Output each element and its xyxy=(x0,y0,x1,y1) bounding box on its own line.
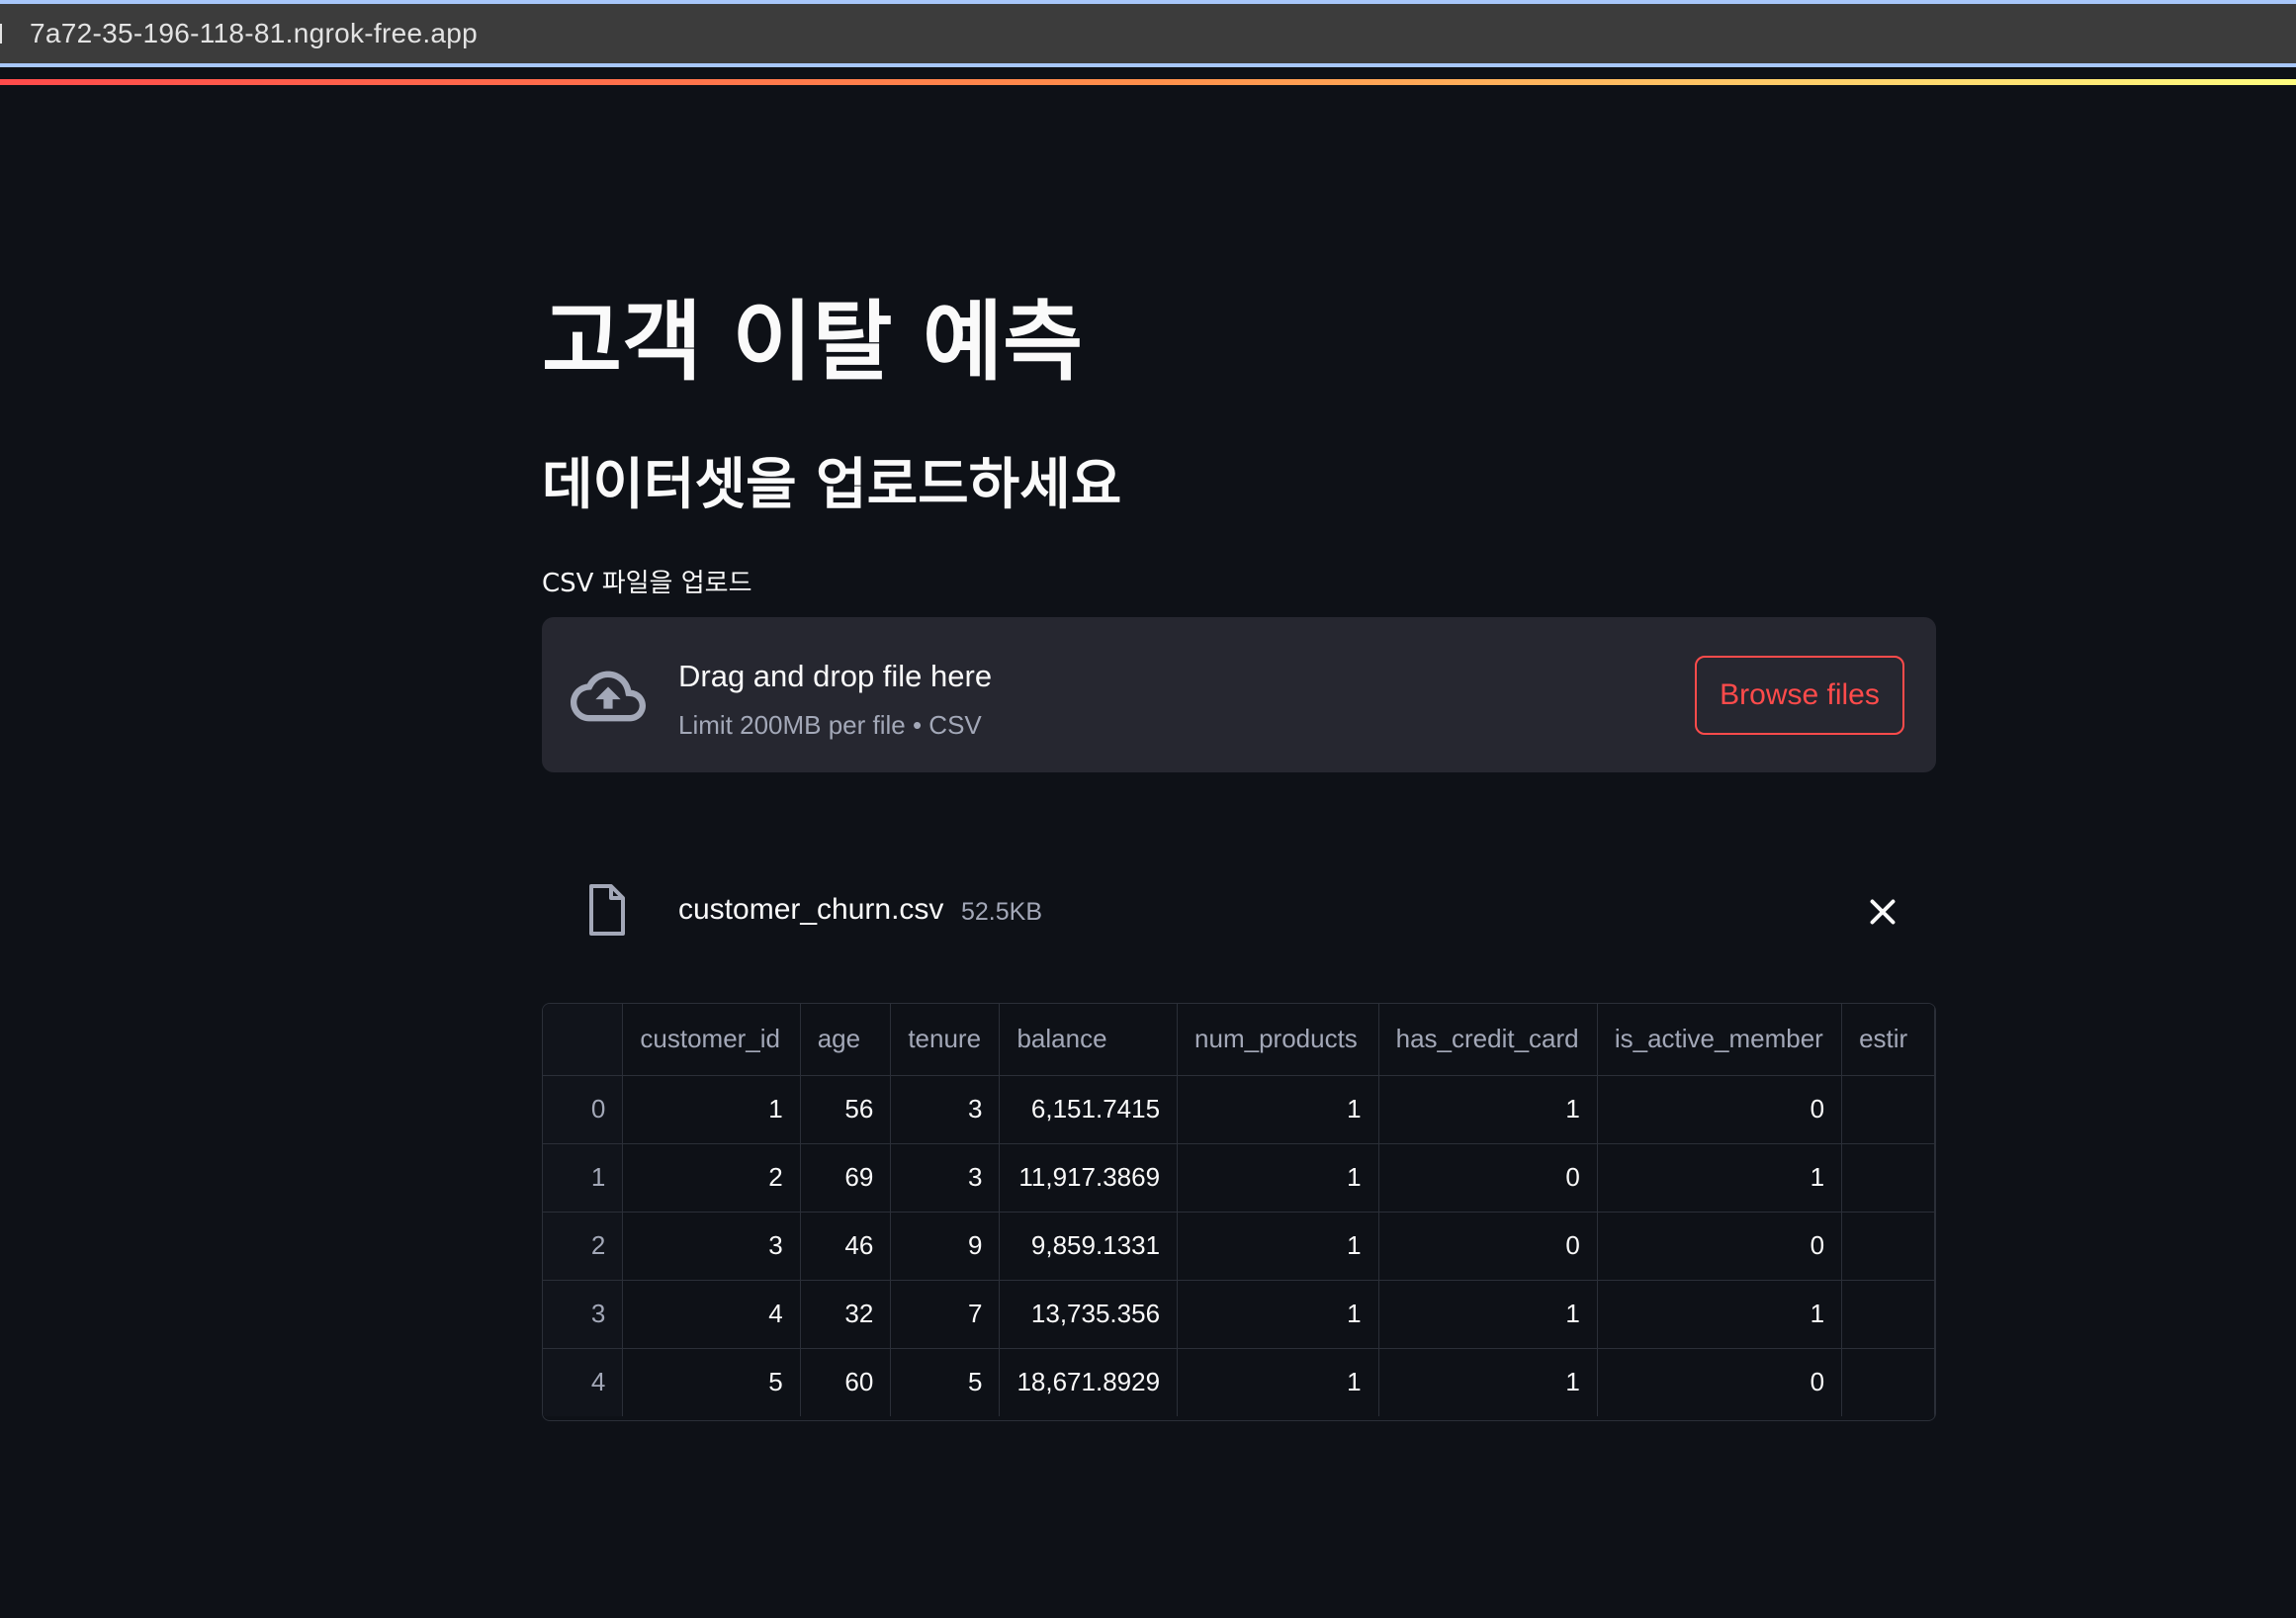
table-cell[interactable]: 9 xyxy=(890,1212,1001,1281)
column-header-index xyxy=(543,1004,624,1076)
row-index: 0 xyxy=(543,1075,624,1144)
table-cell[interactable]: 9,859.1331 xyxy=(999,1212,1179,1281)
table-header-row: customer_id age tenure balance num_produ… xyxy=(543,1004,1935,1076)
address-url[interactable]: 7a72-35-196-118-81.ngrok-free.app xyxy=(30,18,478,49)
table-cell[interactable] xyxy=(1841,1212,1935,1281)
table-cell[interactable]: 1 xyxy=(1177,1075,1379,1144)
tab-edge xyxy=(0,24,8,44)
column-header[interactable]: balance xyxy=(999,1004,1179,1076)
column-header[interactable]: has_credit_card xyxy=(1378,1004,1598,1076)
table-cell[interactable]: 56 xyxy=(800,1075,892,1144)
row-index: 2 xyxy=(543,1212,624,1281)
uploaded-file-size: 52.5KB xyxy=(961,898,1043,926)
table-cell[interactable]: 0 xyxy=(1597,1075,1843,1144)
table-cell[interactable]: 5 xyxy=(890,1348,1001,1416)
table-cell[interactable] xyxy=(1841,1075,1935,1144)
file-uploader-label: CSV 파일을 업로드 xyxy=(542,569,752,598)
table-cell[interactable]: 1 xyxy=(1378,1280,1598,1349)
table-cell[interactable]: 1 xyxy=(1177,1348,1379,1416)
table-cell[interactable]: 46 xyxy=(800,1212,892,1281)
table-cell[interactable]: 7 xyxy=(890,1280,1001,1349)
table-row: 0 1 56 3 6,151.7415 1 1 0 xyxy=(543,1075,1935,1144)
table-cell[interactable]: 6,151.7415 xyxy=(999,1075,1179,1144)
page-subheader: 데이터셋을 업로드하세요 xyxy=(542,453,1122,517)
table-cell[interactable]: 32 xyxy=(800,1280,892,1349)
table-cell[interactable]: 0 xyxy=(1597,1348,1843,1416)
table-cell[interactable] xyxy=(1841,1348,1935,1416)
browse-files-button[interactable]: Browse files xyxy=(1695,656,1904,735)
dropzone-instructions: Drag and drop file here xyxy=(678,659,993,693)
column-header[interactable]: estir xyxy=(1841,1004,1935,1076)
close-icon[interactable] xyxy=(1865,894,1900,930)
table-cell[interactable]: 13,735.356 xyxy=(999,1280,1179,1349)
page-title: 고객 이탈 예측 xyxy=(542,291,1084,393)
table-row: 3 4 32 7 13,735.356 1 1 1 xyxy=(543,1280,1935,1349)
table-cell[interactable]: 1 xyxy=(1597,1143,1843,1213)
dropzone-limit-text: Limit 200MB per file • CSV xyxy=(678,710,982,740)
browser-address-bar[interactable]: 7a72-35-196-118-81.ngrok-free.app xyxy=(0,0,2296,67)
table-row: 2 3 46 9 9,859.1331 1 0 0 xyxy=(543,1212,1935,1281)
table-cell[interactable]: 1 xyxy=(1177,1143,1379,1213)
table-cell[interactable]: 1 xyxy=(1177,1280,1379,1349)
uploaded-file-item: customer_churn.csv 52.5KB xyxy=(542,876,1936,945)
column-header[interactable]: tenure xyxy=(890,1004,1001,1076)
table-cell[interactable]: 69 xyxy=(800,1143,892,1213)
table-cell[interactable]: 1 xyxy=(1378,1075,1598,1144)
table-cell[interactable]: 4 xyxy=(622,1280,801,1349)
dataframe-table[interactable]: customer_id age tenure balance num_produ… xyxy=(542,1003,1936,1421)
table-cell[interactable]: 0 xyxy=(1597,1212,1843,1281)
data-table: customer_id age tenure balance num_produ… xyxy=(543,1004,1935,1416)
table-cell[interactable]: 5 xyxy=(622,1348,801,1416)
file-icon xyxy=(589,884,625,936)
table-row: 1 2 69 3 11,917.3869 1 0 1 xyxy=(543,1143,1935,1213)
table-cell[interactable]: 3 xyxy=(622,1212,801,1281)
row-index: 1 xyxy=(543,1143,624,1213)
table-cell[interactable]: 0 xyxy=(1378,1143,1598,1213)
table-cell[interactable] xyxy=(1841,1280,1935,1349)
table-cell[interactable]: 18,671.8929 xyxy=(999,1348,1179,1416)
table-cell[interactable]: 0 xyxy=(1378,1212,1598,1281)
cloud-upload-icon xyxy=(571,671,646,722)
row-index: 4 xyxy=(543,1348,624,1416)
column-header[interactable]: num_products xyxy=(1177,1004,1379,1076)
row-index: 3 xyxy=(543,1280,624,1349)
file-dropzone[interactable]: Drag and drop file here Limit 200MB per … xyxy=(542,617,1936,772)
table-cell[interactable] xyxy=(1841,1143,1935,1213)
table-cell[interactable]: 1 xyxy=(1597,1280,1843,1349)
table-cell[interactable]: 1 xyxy=(1378,1348,1598,1416)
table-cell[interactable]: 11,917.3869 xyxy=(999,1143,1179,1213)
column-header[interactable]: age xyxy=(800,1004,892,1076)
header-decoration xyxy=(0,79,2296,85)
table-cell[interactable]: 1 xyxy=(1177,1212,1379,1281)
table-cell[interactable]: 2 xyxy=(622,1143,801,1213)
table-cell[interactable]: 60 xyxy=(800,1348,892,1416)
column-header[interactable]: is_active_member xyxy=(1597,1004,1843,1076)
table-cell[interactable]: 3 xyxy=(890,1143,1001,1213)
column-header[interactable]: customer_id xyxy=(622,1004,801,1076)
table-cell[interactable]: 1 xyxy=(622,1075,801,1144)
table-row: 4 5 60 5 18,671.8929 1 1 0 xyxy=(543,1348,1935,1416)
uploaded-file-name: customer_churn.csv xyxy=(678,893,944,926)
table-cell[interactable]: 3 xyxy=(890,1075,1001,1144)
